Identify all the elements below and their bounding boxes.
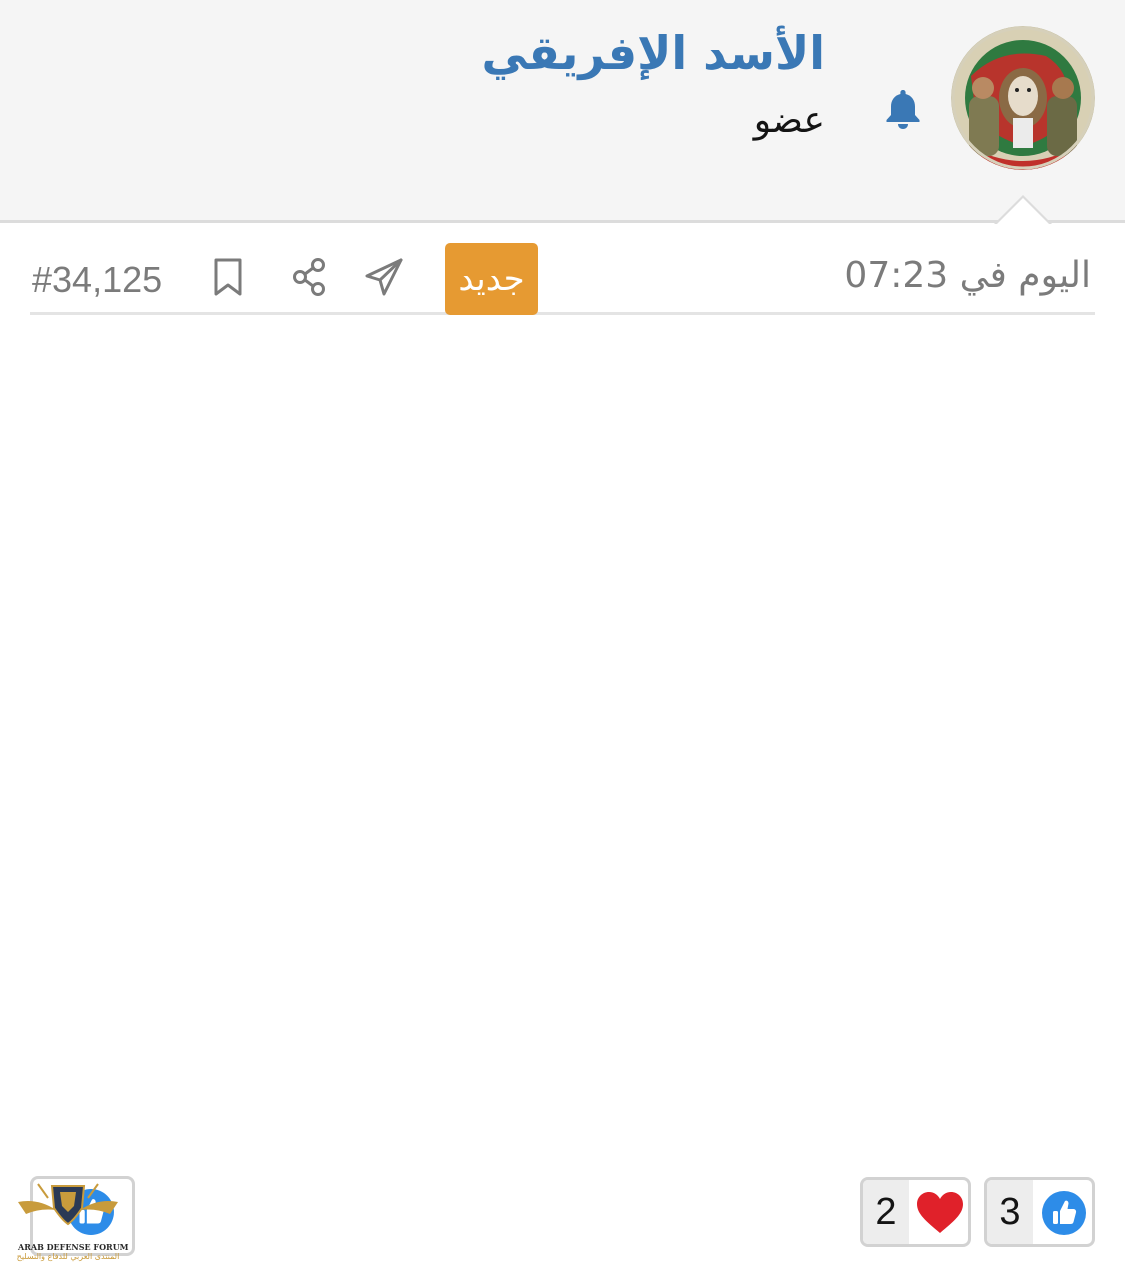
thumbs-up-icon <box>68 1189 114 1235</box>
thumbs-up-icon <box>1042 1191 1086 1235</box>
share-icon[interactable] <box>291 257 327 297</box>
paper-plane-icon[interactable] <box>364 257 404 297</box>
bell-icon[interactable] <box>884 88 922 130</box>
author-name[interactable]: الأسد الإفريقي <box>481 26 825 80</box>
add-reaction-button[interactable] <box>30 1176 135 1256</box>
post-page: الأسد الإفريقي عضو اليوم في 07:23 جديد #… <box>0 0 1125 1266</box>
author-title: عضو <box>753 100 825 141</box>
author-avatar[interactable] <box>951 26 1095 170</box>
post-meta-bar: اليوم في 07:23 جديد #34,125 <box>30 243 1095 315</box>
reaction-like-count: 3 <box>987 1180 1033 1244</box>
bookmark-icon[interactable] <box>212 257 244 297</box>
post-number-link[interactable]: #34,125 <box>32 259 162 301</box>
avatar-african-lion-icon <box>951 26 1095 170</box>
header-pointer-caret <box>994 195 1052 224</box>
reaction-love-button[interactable]: 2 <box>860 1177 971 1247</box>
reaction-like-button[interactable]: 3 <box>984 1177 1095 1247</box>
post-date[interactable]: اليوم في 07:23 <box>844 255 1091 296</box>
heart-icon <box>917 1192 963 1233</box>
reaction-love-count: 2 <box>863 1180 909 1244</box>
post-author-header: الأسد الإفريقي عضو <box>0 0 1125 224</box>
new-badge: جديد <box>445 243 538 315</box>
